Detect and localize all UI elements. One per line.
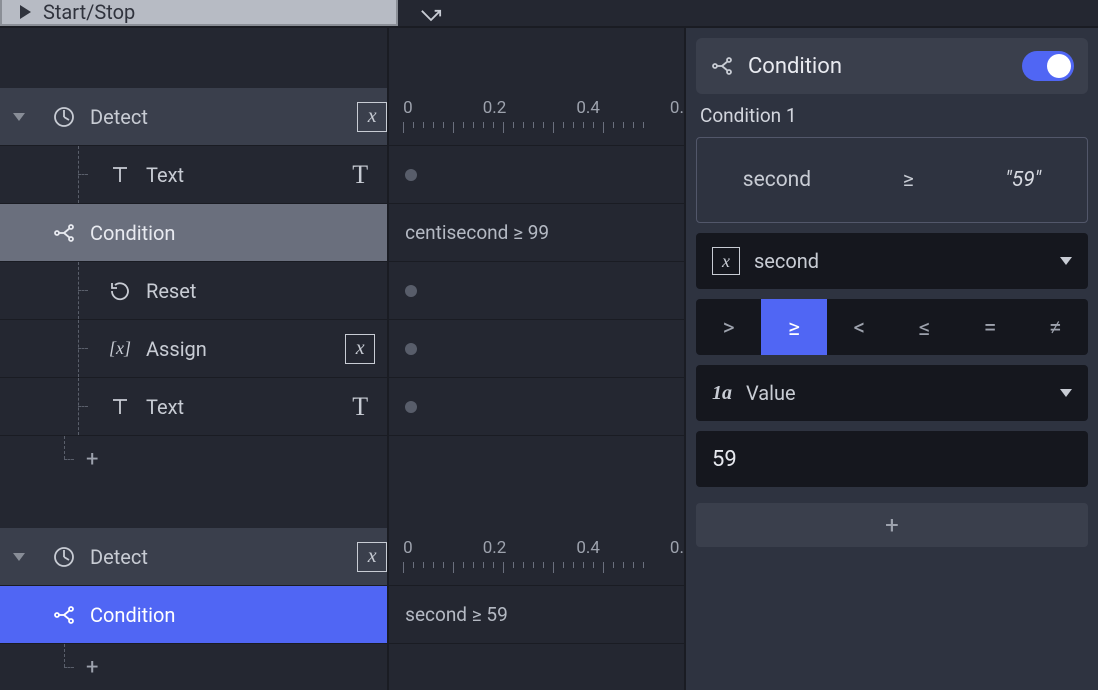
- assign-icon: [x]: [108, 337, 132, 361]
- plus-icon: +: [86, 655, 98, 680]
- tree-label: Text: [146, 163, 184, 187]
- timeline-ruler-2[interactable]: 0 0.2 0.4 0.: [389, 528, 684, 586]
- op-lt[interactable]: <: [827, 299, 892, 355]
- tree-label: Condition: [90, 603, 175, 627]
- ruler-tick-label: 0.: [670, 98, 684, 118]
- tree-add-item-2[interactable]: +: [0, 644, 387, 690]
- op-lte[interactable]: ≤: [892, 299, 957, 355]
- text-type-icon: T: [345, 160, 375, 190]
- top-spacer: [398, 0, 1098, 26]
- inspector-title: Condition: [748, 54, 842, 79]
- variable-select-label: second: [754, 249, 819, 273]
- timeline-row-cond2[interactable]: second ≥ 59: [389, 586, 684, 644]
- tree-item-condition-1[interactable]: Condition: [0, 204, 387, 262]
- variable-badge-icon: x: [712, 247, 740, 275]
- value-input[interactable]: 59: [696, 431, 1088, 487]
- start-stop-label: Start/Stop: [43, 0, 135, 24]
- tree-label: Reset: [146, 279, 196, 303]
- add-condition-button[interactable]: +: [696, 503, 1088, 547]
- ruler-tick-label: 0.4: [576, 538, 600, 558]
- plus-icon: +: [885, 511, 899, 539]
- op-gte[interactable]: ≥: [761, 299, 826, 355]
- timeline-panel: 0 0.2 0.4 0. centisecond ≥ 99 0 0.2: [389, 28, 684, 690]
- branch-icon: [52, 221, 76, 245]
- chevron-down-icon: [1060, 389, 1072, 397]
- branch-icon: [52, 603, 76, 627]
- timeline-row-text1[interactable]: [389, 146, 684, 204]
- chevron-down-icon: [13, 113, 25, 121]
- op-neq[interactable]: ≠: [1023, 299, 1088, 355]
- ruler-tick-label: 0: [403, 98, 413, 118]
- ruler-tick-label: 0: [403, 538, 413, 558]
- tree-item-text-2[interactable]: Text T: [0, 378, 387, 436]
- plus-icon: +: [86, 447, 98, 472]
- detect-icon: [52, 545, 76, 569]
- tree-item-assign[interactable]: [x] Assign x: [0, 320, 387, 378]
- keyframe-dot-icon: [405, 169, 417, 181]
- ruler-tick-label: 0.2: [483, 98, 507, 118]
- keyframe-dot-icon: [405, 401, 417, 413]
- keyframe-dot-icon: [405, 343, 417, 355]
- tree-group-head-2[interactable]: Detect x: [0, 528, 387, 586]
- play-icon: [20, 5, 31, 19]
- top-bar: Start/Stop: [0, 0, 1098, 28]
- tree-label: Detect: [90, 545, 148, 569]
- variable-badge-icon[interactable]: x: [357, 542, 387, 572]
- tree-label: Detect: [90, 105, 148, 129]
- expr-op: ≥: [903, 168, 914, 192]
- tree-panel: Detect x Text T Condition Reset: [0, 28, 389, 690]
- value-kind-label: Value: [746, 381, 796, 405]
- ruler-ticks: [403, 562, 684, 574]
- bounce-icon[interactable]: [420, 6, 442, 20]
- enabled-toggle[interactable]: [1022, 51, 1074, 81]
- detect-icon: [52, 105, 76, 129]
- value-kind-icon: 1a: [712, 382, 732, 405]
- tree-item-condition-2[interactable]: Condition: [0, 586, 387, 644]
- variable-badge-icon[interactable]: x: [357, 102, 387, 132]
- ruler-ticks: [403, 122, 684, 134]
- start-stop-header[interactable]: Start/Stop: [0, 0, 398, 26]
- operator-picker: > ≥ < ≤ = ≠: [696, 299, 1088, 355]
- value-kind-select[interactable]: 1a Value: [696, 365, 1088, 421]
- ruler-tick-label: 0.: [670, 538, 684, 558]
- expr-right: "59": [1005, 168, 1041, 192]
- condition-section-label: Condition 1: [696, 104, 1088, 127]
- value-input-text: 59: [712, 447, 737, 472]
- chevron-down-icon: [1060, 257, 1072, 265]
- tree-item-reset[interactable]: Reset: [0, 262, 387, 320]
- tree-label: Condition: [90, 221, 175, 245]
- text-type-icon: T: [345, 392, 375, 422]
- tree-group-head-1[interactable]: Detect x: [0, 88, 387, 146]
- tree-add-item-1[interactable]: +: [0, 436, 387, 482]
- text-icon: [108, 163, 132, 187]
- timeline-expr-label: second ≥ 59: [405, 603, 508, 626]
- timeline-row-text2[interactable]: [389, 378, 684, 436]
- timeline-ruler[interactable]: 0 0.2 0.4 0.: [389, 88, 684, 146]
- timeline-row-assign[interactable]: [389, 320, 684, 378]
- variable-select[interactable]: x second: [696, 233, 1088, 289]
- ruler-tick-label: 0.4: [576, 98, 600, 118]
- tree-item-text-1[interactable]: Text T: [0, 146, 387, 204]
- timeline-row-reset[interactable]: [389, 262, 684, 320]
- keyframe-dot-icon: [405, 285, 417, 297]
- tree-label: Assign: [146, 337, 207, 361]
- op-eq[interactable]: =: [957, 299, 1022, 355]
- expr-left: second: [743, 168, 811, 192]
- branch-icon: [710, 54, 734, 78]
- inspector-panel: Condition Condition 1 second ≥ "59" x se…: [684, 28, 1098, 690]
- timeline-row-cond1[interactable]: centisecond ≥ 99: [389, 204, 684, 262]
- reset-icon: [108, 279, 132, 303]
- timeline-expr-label: centisecond ≥ 99: [405, 221, 549, 244]
- text-icon: [108, 395, 132, 419]
- op-gt[interactable]: >: [696, 299, 761, 355]
- variable-badge-icon[interactable]: x: [345, 334, 375, 364]
- ruler-tick-label: 0.2: [483, 538, 507, 558]
- inspector-header: Condition: [696, 38, 1088, 94]
- tree-label: Text: [146, 395, 184, 419]
- expression-preview: second ≥ "59": [696, 137, 1088, 223]
- chevron-down-icon: [13, 553, 25, 561]
